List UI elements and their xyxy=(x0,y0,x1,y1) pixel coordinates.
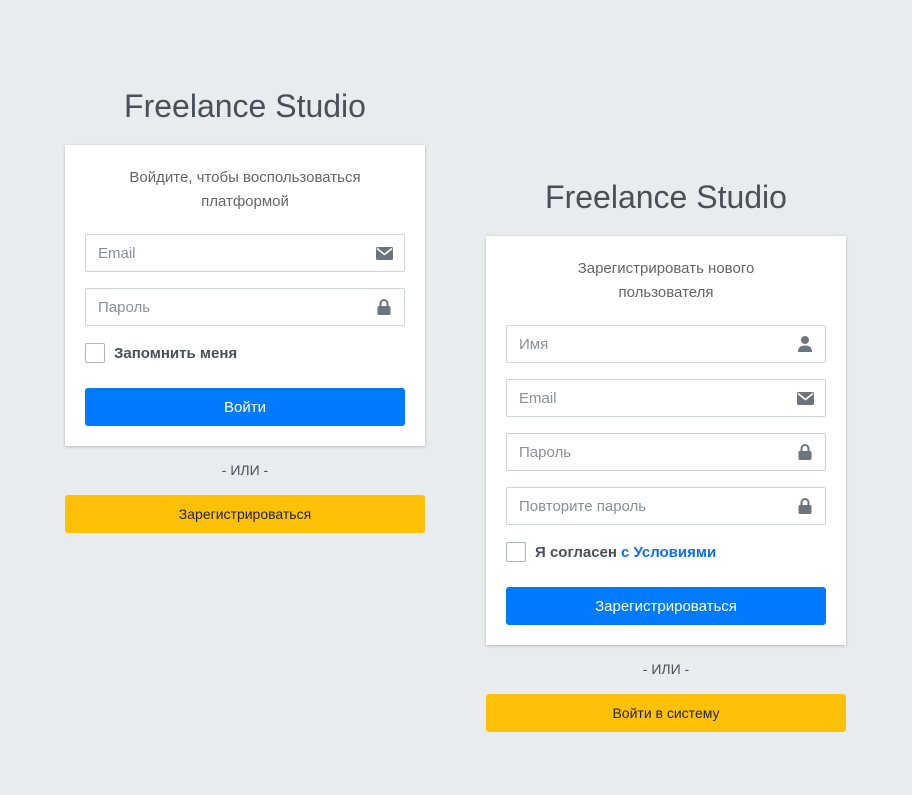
register-email-field xyxy=(506,379,826,417)
register-password-input[interactable] xyxy=(507,434,825,470)
remember-me-row: Запомнить меня xyxy=(85,342,405,364)
login-card: Войдите, чтобы воспользоваться платформо… xyxy=(65,145,425,446)
agree-terms-label: Я согласен xyxy=(535,543,617,561)
register-password-field xyxy=(506,433,826,471)
lock-icon xyxy=(364,289,404,325)
register-card: Зарегистрировать нового пользователя Имя… xyxy=(486,236,846,645)
register-name-field xyxy=(506,325,826,363)
terms-link[interactable]: с Условиями xyxy=(621,544,716,561)
login-or-divider: - ИЛИ - xyxy=(221,462,269,478)
remember-me-checkbox[interactable] xyxy=(85,343,105,363)
register-or-divider: - ИЛИ - xyxy=(642,661,690,677)
login-password-field xyxy=(85,288,405,326)
register-brand-title: Freelance Studio xyxy=(545,179,787,215)
login-email-field xyxy=(85,234,405,272)
agree-terms-row: Я согласен с Условиями xyxy=(506,541,826,563)
register-name-input[interactable] xyxy=(507,326,825,362)
register-email-input[interactable] xyxy=(507,380,825,416)
login-submit-button[interactable]: Войти xyxy=(85,388,405,426)
lock-icon xyxy=(785,434,825,470)
lock-icon xyxy=(785,488,825,524)
login-email-input[interactable] xyxy=(86,235,404,271)
envelope-icon xyxy=(364,235,404,271)
login-message: Войдите, чтобы воспользоваться платформо… xyxy=(129,169,361,210)
user-icon xyxy=(785,326,825,362)
register-panel: Freelance Studio Зарегистрировать нового… xyxy=(486,173,846,732)
login-password-input[interactable] xyxy=(86,289,404,325)
remember-me-label: Запомнить меня xyxy=(114,344,238,362)
envelope-icon xyxy=(785,380,825,416)
login-panel: Freelance Studio Войдите, чтобы воспольз… xyxy=(65,82,425,533)
register-message: Зарегистрировать нового пользователя xyxy=(577,260,755,301)
go-register-button[interactable]: Зарегистрироваться xyxy=(65,495,425,533)
register-password-repeat-field xyxy=(506,487,826,525)
register-submit-button[interactable]: Зарегистрироваться xyxy=(506,587,826,625)
login-brand-title: Freelance Studio xyxy=(124,88,366,124)
go-login-button[interactable]: Войти в систему xyxy=(486,694,846,732)
register-password-repeat-input[interactable] xyxy=(507,488,825,524)
agree-terms-checkbox[interactable] xyxy=(506,542,526,562)
